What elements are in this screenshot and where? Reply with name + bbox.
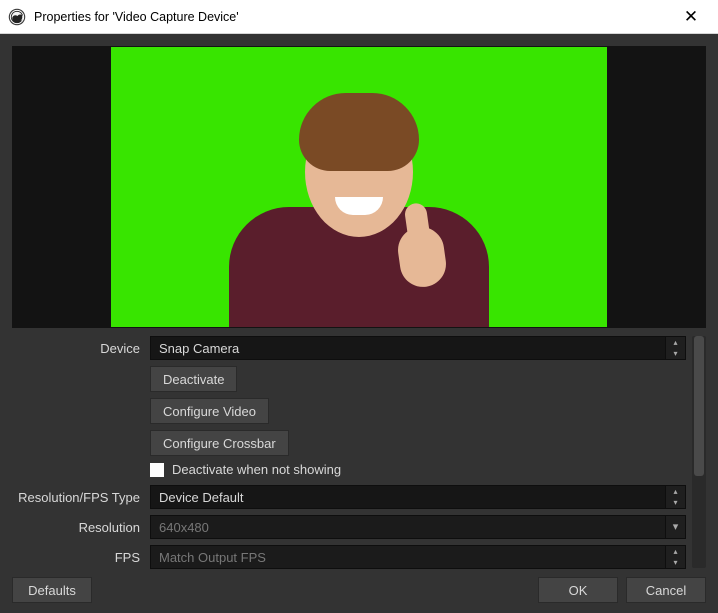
deactivate-when-not-showing-label: Deactivate when not showing <box>172 462 341 477</box>
stepper-icon: ▴▾ <box>665 486 685 508</box>
dialog-body: Device Snap Camera ▴▾ Deactivate Configu… <box>0 34 718 613</box>
resolution-value: 640x480 <box>159 520 209 535</box>
resolution-fps-type-label: Resolution/FPS Type <box>12 490 150 505</box>
stepper-icon: ▴▾ <box>665 546 685 568</box>
defaults-button[interactable]: Defaults <box>12 577 92 603</box>
deactivate-when-not-showing-checkbox[interactable] <box>150 463 164 477</box>
resolution-fps-type-value: Device Default <box>159 490 244 505</box>
stepper-icon: ▴▾ <box>665 337 685 359</box>
fps-label: FPS <box>12 550 150 565</box>
device-label: Device <box>12 341 150 356</box>
resolution-select[interactable]: 640x480 ▾ <box>150 515 686 539</box>
deactivate-button[interactable]: Deactivate <box>150 366 237 392</box>
preview-person <box>229 97 489 327</box>
ok-button[interactable]: OK <box>538 577 618 603</box>
titlebar: Properties for 'Video Capture Device' ✕ <box>0 0 718 34</box>
resolution-fps-type-select[interactable]: Device Default ▴▾ <box>150 485 686 509</box>
obs-app-icon <box>8 8 26 26</box>
close-icon[interactable]: ✕ <box>674 7 708 27</box>
chevron-down-icon: ▾ <box>665 516 685 538</box>
video-preview-pane <box>12 46 706 328</box>
form-scrollbar[interactable] <box>692 336 706 568</box>
form-area: Device Snap Camera ▴▾ Deactivate Configu… <box>12 336 706 574</box>
cancel-button[interactable]: Cancel <box>626 577 706 603</box>
configure-video-button[interactable]: Configure Video <box>150 398 269 424</box>
scrollbar-thumb[interactable] <box>694 336 704 476</box>
fps-select[interactable]: Match Output FPS ▴▾ <box>150 545 686 569</box>
video-preview <box>111 47 607 327</box>
configure-crossbar-button[interactable]: Configure Crossbar <box>150 430 289 456</box>
window-title: Properties for 'Video Capture Device' <box>34 10 239 24</box>
fps-value: Match Output FPS <box>159 550 266 565</box>
device-select-value: Snap Camera <box>159 341 239 356</box>
dialog-footer: Defaults OK Cancel <box>12 577 706 603</box>
resolution-label: Resolution <box>12 520 150 535</box>
device-select[interactable]: Snap Camera ▴▾ <box>150 336 686 360</box>
